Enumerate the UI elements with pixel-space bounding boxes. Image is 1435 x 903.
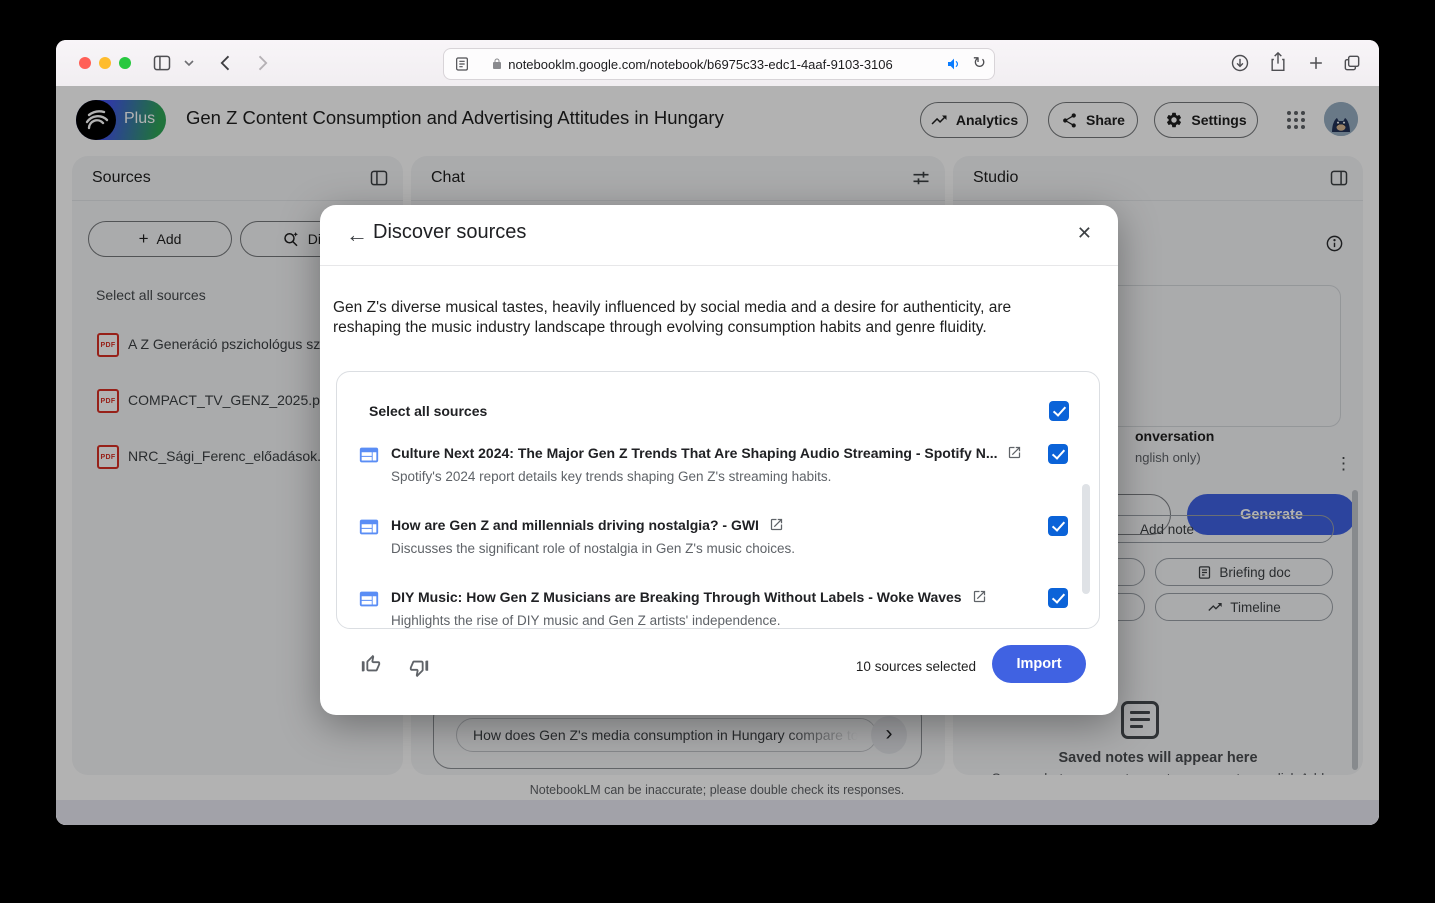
reload-icon[interactable]: ↻ [973,53,986,73]
source-checkbox[interactable] [1048,588,1068,608]
source-result-row[interactable]: DIY Music: How Gen Z Musicians are Break… [337,587,1099,629]
back-arrow-icon[interactable]: ← [346,222,368,248]
modal-description: Gen Z's diverse musical tastes, heavily … [333,298,1051,338]
url-text: notebooklm.google.com/notebook/b6975c33-… [508,57,893,72]
address-bar[interactable]: notebooklm.google.com/notebook/b6975c33-… [443,48,995,80]
web-source-icon [357,516,381,543]
audio-playing-icon[interactable] [946,56,962,72]
web-source-icon [357,444,381,471]
sidebar-toggle-icon[interactable] [152,53,172,73]
window-minimize-button[interactable] [99,57,111,69]
thumbs-up-icon[interactable] [360,653,382,680]
import-button[interactable]: Import [992,645,1086,683]
browser-toolbar: notebooklm.google.com/notebook/b6975c33-… [56,40,1379,87]
source-results-card: Select all sources Culture Next 2024: Th… [336,371,1100,629]
browser-window: notebooklm.google.com/notebook/b6975c33-… [56,40,1379,825]
modal-footer: 10 sources selected Import [320,627,1118,715]
new-tab-icon[interactable] [1306,53,1326,73]
modal-list-scrollbar[interactable] [1082,484,1090,594]
thumbs-down-icon[interactable] [408,657,430,684]
downloads-icon[interactable] [1230,53,1250,73]
lock-icon [491,57,503,71]
sidebar-chevron-icon[interactable] [184,59,194,67]
select-all-checkbox[interactable] [1049,401,1069,421]
window-zoom-button[interactable] [119,57,131,69]
modal-header: ← Discover sources ✕ [320,205,1118,266]
source-result-row[interactable]: Culture Next 2024: The Major Gen Z Trend… [337,443,1099,515]
share-sheet-icon[interactable] [1268,51,1288,73]
open-in-new-icon[interactable] [769,517,784,535]
open-in-new-icon[interactable] [972,589,987,607]
discover-sources-modal: ← Discover sources ✕ Gen Z's diverse mus… [320,205,1118,715]
source-result-row[interactable]: How are Gen Z and millennials driving no… [337,515,1099,587]
modal-select-all-label: Select all sources [369,403,487,419]
source-checkbox[interactable] [1048,444,1068,464]
back-button[interactable] [216,53,236,73]
modal-title: Discover sources [373,221,526,244]
forward-button[interactable] [252,53,272,73]
open-in-new-icon[interactable] [1007,445,1022,463]
window-close-button[interactable] [79,57,91,69]
source-checkbox[interactable] [1048,516,1068,536]
web-source-icon [357,588,381,615]
close-icon[interactable]: ✕ [1077,223,1092,244]
tab-overview-icon[interactable] [1342,53,1362,73]
selected-count-label: 10 sources selected [856,659,976,674]
